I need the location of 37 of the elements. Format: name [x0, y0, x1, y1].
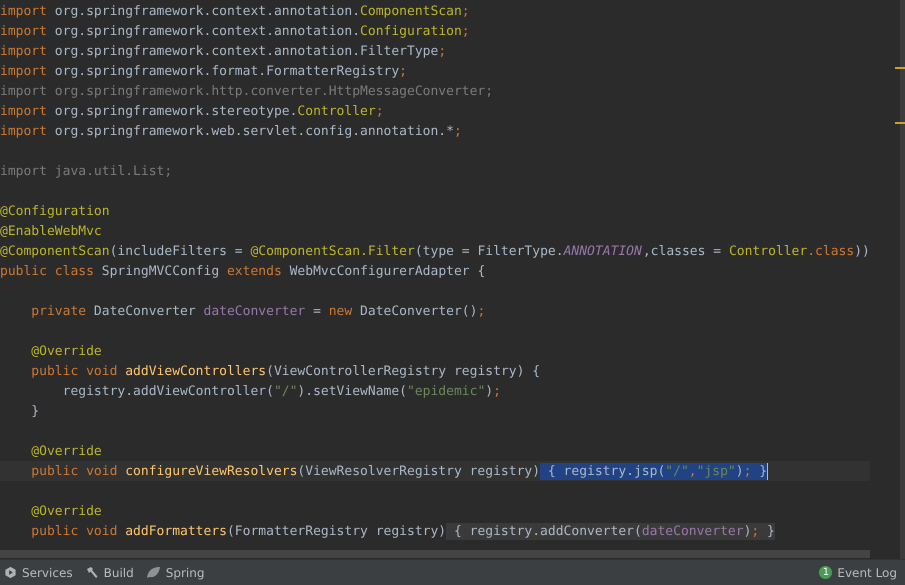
- warning-marker[interactable]: [895, 67, 905, 69]
- code-line: import org.springframework.format.FormatterRegistry;: [0, 62, 407, 80]
- code-line: import org.springframework.context.annotation.FilterType;: [0, 42, 446, 60]
- code-line: @Override: [30, 342, 102, 360]
- event-log-button[interactable]: 1 Event Log: [815, 562, 905, 584]
- code-line: public void addFormatters(FormatterRegistry registry): [30, 522, 446, 540]
- code-line: import org.springframework.stereotype.Controller;: [0, 102, 384, 120]
- code-line: @Override: [30, 502, 102, 520]
- hammer-icon: [84, 566, 99, 580]
- notification-count: 1: [819, 566, 832, 580]
- code-line: registry.addViewController("/").setViewName("epidemic");: [62, 382, 501, 400]
- tool-window-button[interactable]: Services: [0, 562, 81, 584]
- code-line: import org.springframework.http.converter.HttpMessageConverter;: [0, 82, 494, 100]
- code-line: }: [30, 402, 40, 420]
- code-line: public void configureViewResolvers(ViewResolverRegistry registry): [30, 462, 540, 480]
- code-line: public class SpringMVCConfig extends WebMvcConfigurerAdapter {: [0, 262, 486, 280]
- hexagon-play-icon: [4, 566, 17, 580]
- code-line: @Configuration: [0, 202, 110, 220]
- tool-window-button[interactable]: Spring: [142, 562, 212, 584]
- code-line: import org.springframework.web.servlet.config.annotation.*;: [0, 122, 462, 140]
- leaf-icon: [146, 566, 161, 580]
- folded-code: { registry.addConverter(dateConverter); }: [446, 522, 775, 540]
- code-line: @ComponentScan(includeFilters = @ComponentScan.Filter(type = FilterType.ANNOTATION,classes = Controller.class)): [0, 242, 870, 260]
- code-line: public void addViewControllers(ViewControllerRegistry registry) {: [30, 362, 540, 380]
- code-line: private DateConverter dateConverter = new DateConverter();: [30, 302, 486, 320]
- horizontal-scrollbar[interactable]: [0, 550, 870, 558]
- code-line: @Override: [30, 442, 102, 460]
- tool-window-button[interactable]: Build: [80, 562, 142, 584]
- code-editor[interactable]: [0, 0, 905, 560]
- code-line: @EnableWebMvc: [0, 222, 102, 240]
- text-cursor: [767, 462, 768, 480]
- code-line: import java.util.List;: [0, 162, 172, 180]
- code-line: import org.springframework.context.annotation.ComponentScan;: [0, 2, 470, 20]
- selected-code: { registry.jsp("/","jsp"); }: [540, 462, 768, 480]
- scrollbar-track[interactable]: [900, 0, 905, 560]
- code-line: import org.springframework.context.annotation.Configuration;: [0, 22, 470, 40]
- warning-marker[interactable]: [895, 122, 905, 124]
